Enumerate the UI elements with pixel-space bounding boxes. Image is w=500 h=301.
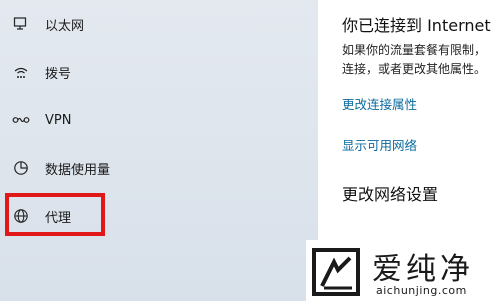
sidebar-item-vpn[interactable]: VPN [0,96,318,144]
highlight-box [5,193,105,236]
show-available-networks-link[interactable]: 显示可用网络 [342,135,417,154]
sidebar-item-label: 以太网 [45,18,85,34]
watermark-text-cn: 爱纯净 [372,252,474,287]
sidebar-item-label: 数据使用量 [45,162,111,178]
sidebar-item-data-usage[interactable]: 数据使用量 [0,144,318,192]
vpn-icon [12,111,30,129]
watermark-text-en: aichunjing.com [376,284,467,297]
sidebar-item-label: VPN [45,112,72,128]
watermark-logo-icon [312,248,360,296]
sidebar-item-ethernet[interactable]: 以太网 [0,0,318,48]
status-description: 如果你的流量套餐有限制， 连接，或者更改其他属性。 [342,41,486,79]
watermark: 爱纯净 aichunjing.com [306,240,500,301]
description-line: 连接，或者更改其他属性。 [342,62,487,76]
description-line: 如果你的流量套餐有限制， [342,43,487,57]
ethernet-icon [12,15,30,33]
dialup-icon [12,63,30,81]
sidebar-item-dialup[interactable]: 拨号 [0,48,318,96]
change-connection-properties-link[interactable]: 更改连接属性 [342,94,417,113]
settings-sidebar: 以太网 拨号 VPN 数据使用量 代理 [0,0,318,301]
sidebar-item-label: 拨号 [45,66,72,82]
data-usage-icon [12,159,30,177]
connection-status-heading: 你已连接到 Internet [342,16,491,35]
change-network-settings-heading: 更改网络设置 [342,185,439,204]
